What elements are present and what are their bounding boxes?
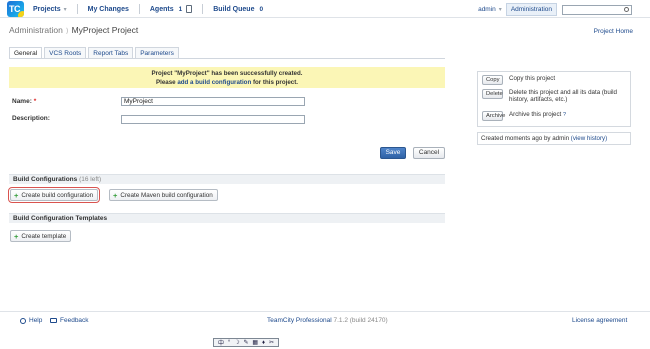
archive-action: Archive Archive this project ?	[482, 111, 628, 121]
name-field[interactable]: MyProject	[121, 97, 305, 106]
license-agreement-link[interactable]: License agreement	[572, 317, 627, 324]
description-label: Description:	[12, 115, 50, 122]
help-link[interactable]: Help	[20, 317, 42, 324]
ime-tools-icon[interactable]: ✂	[269, 339, 274, 346]
nav-my-changes[interactable]: My Changes	[88, 6, 129, 13]
chevron-down-icon[interactable]: ▾	[499, 6, 502, 13]
save-button[interactable]: Save	[380, 147, 406, 159]
help-icon	[20, 317, 26, 324]
user-area: admin ▾ Administration	[478, 3, 632, 16]
nav-build-queue[interactable]: Build Queue 0	[213, 6, 263, 13]
build-queue-count: 0	[259, 5, 264, 13]
search-input[interactable]	[562, 4, 632, 15]
create-maven-build-configuration-button[interactable]: + Create Maven build configuration	[109, 189, 218, 201]
tab-parameters[interactable]: Parameters	[135, 47, 179, 58]
name-label: Name: *	[12, 98, 37, 105]
settings-tabs: General VCS Roots Report Tabs Parameters	[9, 47, 181, 58]
product-version: TeamCity Professional 7.1.2 (build 24170…	[267, 317, 388, 324]
archive-button[interactable]: Archive	[482, 111, 505, 121]
ime-moon-icon[interactable]: ☽	[234, 339, 239, 346]
user-menu[interactable]: admin	[478, 6, 496, 13]
create-build-configuration-button[interactable]: + Create build configuration	[7, 187, 101, 203]
nav-agents[interactable]: Agents 1	[150, 5, 193, 13]
breadcrumb-administration[interactable]: Administration	[9, 25, 63, 35]
cancel-button[interactable]: Cancel	[413, 147, 445, 159]
ime-toolbar[interactable]: 中 ° ☽ ✎ ▦ ♦ ✂	[213, 338, 279, 347]
feedback-link[interactable]: Feedback	[50, 317, 89, 324]
chevron-down-icon[interactable]: ▾	[64, 6, 67, 13]
ime-chinese-icon[interactable]: 中	[218, 338, 224, 347]
breadcrumb-separator-icon: ⟩	[65, 28, 69, 35]
add-build-configuration-link[interactable]: add a build configuration	[177, 79, 251, 86]
page-title: MyProject Project	[71, 25, 139, 35]
help-icon[interactable]: ?	[563, 112, 566, 118]
top-header: TC Projects ▾ My Changes Agents 1 Build Q…	[0, 0, 650, 18]
ime-keyboard-icon[interactable]: ▦	[252, 339, 258, 346]
plus-icon: +	[14, 190, 19, 200]
project-actions-panel: Copy Copy this project Delete Delete thi…	[477, 71, 631, 127]
create-template-button[interactable]: + Create template	[10, 230, 72, 242]
created-info: Created moments ago by admin (view histo…	[477, 132, 631, 145]
administration-link[interactable]: Administration	[505, 3, 557, 16]
tab-report-tabs[interactable]: Report Tabs	[88, 47, 134, 58]
ime-degree-icon[interactable]: °	[228, 340, 230, 346]
success-message: Project "MyProject" has been successfull…	[9, 67, 445, 88]
plus-icon: +	[14, 231, 19, 241]
copy-action: Copy Copy this project	[482, 75, 628, 85]
agent-icon	[186, 5, 193, 13]
build-configurations-header: Build Configurations (16 left)	[9, 174, 445, 184]
ime-pen-icon[interactable]: ✎	[243, 339, 248, 346]
breadcrumb: Administration ⟩ MyProject Project	[9, 25, 138, 35]
tab-vcs-roots[interactable]: VCS Roots	[44, 47, 87, 58]
teamcity-logo[interactable]: TC	[7, 1, 24, 17]
tab-general[interactable]: General	[9, 47, 43, 58]
agents-count: 1	[178, 5, 183, 13]
search-icon[interactable]	[624, 6, 629, 12]
main-nav: Projects ▾ My Changes Agents 1 Build Queu…	[33, 4, 273, 14]
delete-action: Delete Delete this project and all its d…	[482, 89, 628, 103]
description-field[interactable]	[121, 115, 305, 124]
plus-icon: +	[113, 190, 118, 200]
copy-button[interactable]: Copy	[482, 75, 503, 85]
footer: Help Feedback TeamCity Professional 7.1.…	[0, 311, 650, 330]
view-history-link[interactable]: (view history)	[571, 135, 607, 142]
ime-diamond-icon[interactable]: ♦	[262, 340, 265, 346]
nav-projects[interactable]: Projects ▾	[33, 6, 67, 13]
build-configuration-templates-header: Build Configuration Templates	[9, 213, 445, 223]
feedback-icon	[50, 318, 57, 323]
project-home-link[interactable]: Project Home	[594, 28, 633, 35]
delete-button[interactable]: Delete	[482, 89, 503, 99]
